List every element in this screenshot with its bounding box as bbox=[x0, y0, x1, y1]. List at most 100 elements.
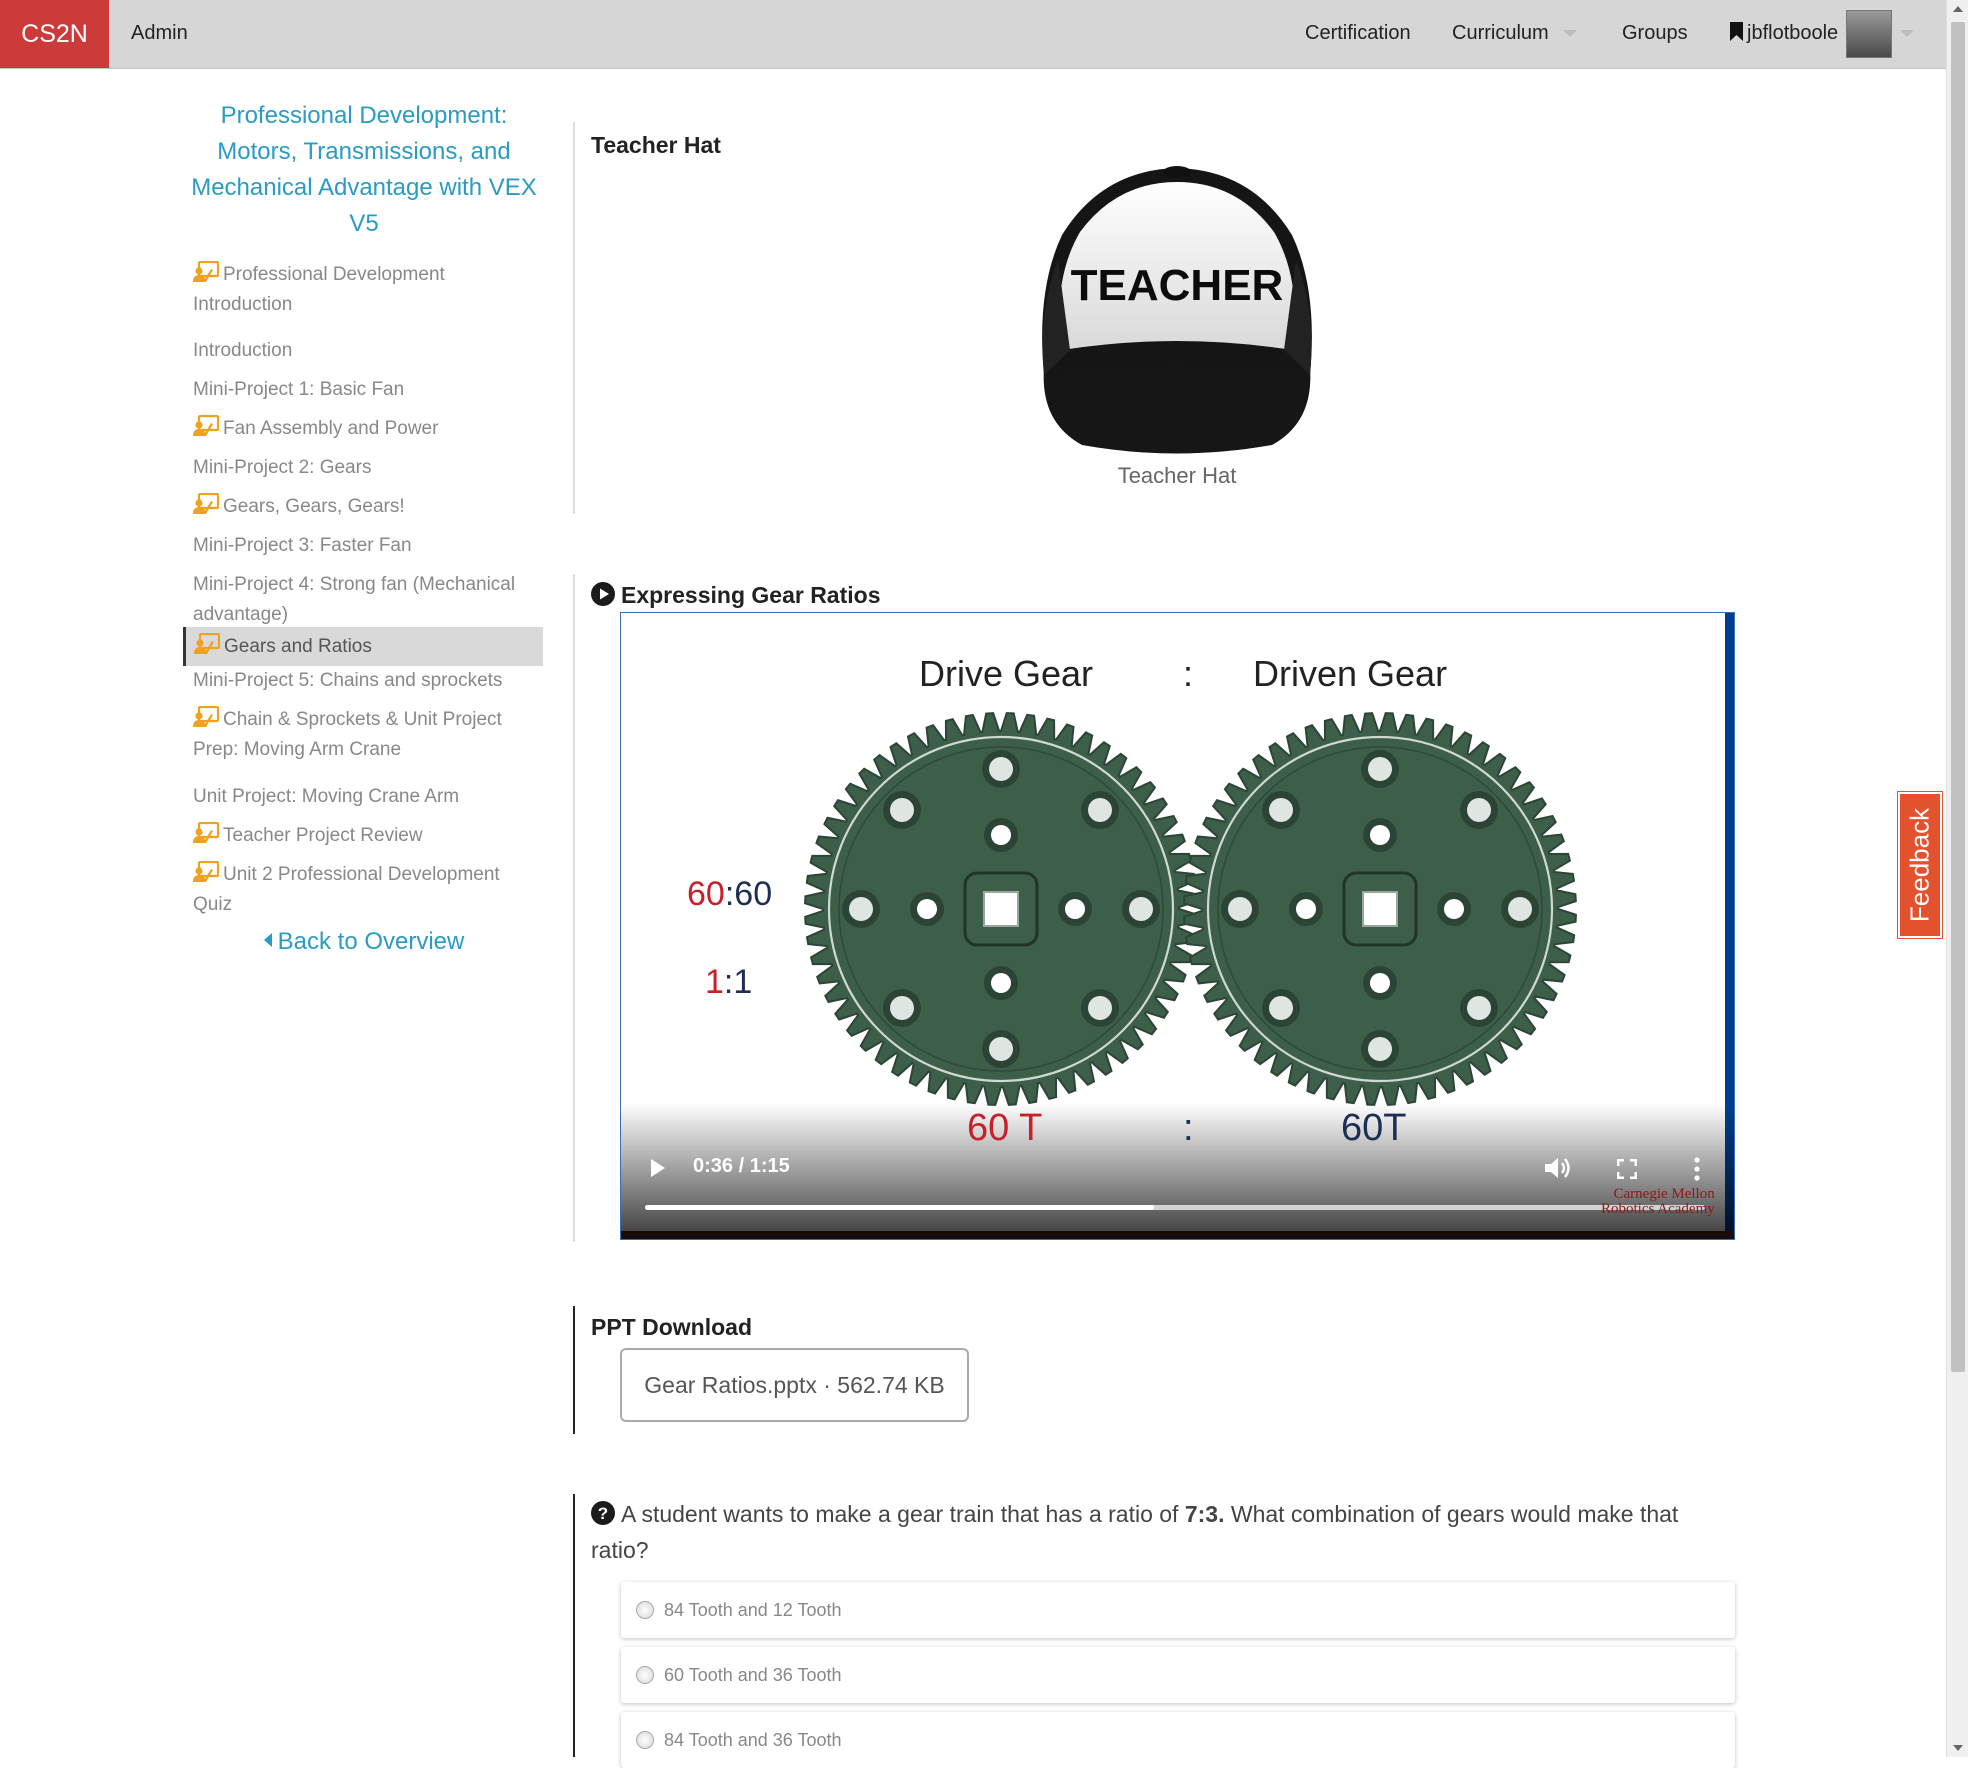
nav-admin[interactable]: Admin bbox=[131, 0, 188, 68]
drive-gear-label: Drive Gear bbox=[919, 653, 1094, 694]
sidebar-item-label: Teacher Project Review bbox=[223, 825, 423, 846]
sidebar-item[interactable]: Introduction bbox=[193, 336, 533, 366]
volume-icon[interactable] bbox=[1543, 1155, 1571, 1181]
chevron-down-icon bbox=[1900, 30, 1914, 38]
user-menu-toggle[interactable] bbox=[1900, 0, 1914, 68]
answer-option-label: 84 Tooth and 36 Tooth bbox=[664, 1730, 842, 1750]
video-title: Expressing Gear Ratios bbox=[621, 582, 881, 608]
sidebar-item-label: Mini-Project 4: Strong fan (Mechanical a… bbox=[193, 574, 516, 625]
radio-button[interactable] bbox=[636, 1666, 654, 1684]
sidebar-item[interactable]: Professional Development Introduction bbox=[193, 260, 533, 320]
teacher-hat-title: Teacher Hat bbox=[591, 132, 721, 158]
video-bottom-strip bbox=[621, 1231, 1734, 1239]
nav-certification[interactable]: Certification bbox=[1305, 0, 1411, 68]
sidebar-item-label: Mini-Project 5: Chains and sprockets bbox=[193, 670, 503, 691]
chevron-down-icon bbox=[1562, 30, 1577, 38]
sidebar-item-label: Mini-Project 2: Gears bbox=[193, 457, 372, 478]
user-menu[interactable]: jbflotboole bbox=[1730, 0, 1838, 68]
teacher-hat-caption: Teacher Hat bbox=[1117, 463, 1237, 488]
sidebar-item-label: Introduction bbox=[193, 340, 293, 361]
more-options-icon[interactable] bbox=[1693, 1157, 1701, 1181]
cmu-watermark: Carnegie Mellon Robotics Academy bbox=[1601, 1186, 1715, 1217]
sidebar-item-label: Fan Assembly and Power bbox=[223, 418, 439, 439]
sidebar-item[interactable]: Mini-Project 2: Gears bbox=[193, 453, 533, 483]
nav-groups[interactable]: Groups bbox=[1622, 0, 1688, 68]
sidebar-item[interactable]: Unit 2 Professional Development Quiz bbox=[193, 860, 533, 920]
teeth-colon: : bbox=[1183, 1107, 1194, 1149]
sidebar-item[interactable]: Gears, Gears, Gears! bbox=[193, 492, 533, 522]
teacher-hat-image: TEACHER bbox=[1022, 160, 1332, 460]
drive-gear-graphic bbox=[804, 712, 1198, 1106]
scroll-up-icon[interactable] bbox=[1953, 6, 1963, 12]
svg-text:?: ? bbox=[598, 1504, 608, 1523]
sidebar-item[interactable]: Mini-Project 4: Strong fan (Mechanical a… bbox=[193, 570, 533, 630]
ratio-teeth: 60:60 bbox=[687, 875, 773, 913]
gear-colon: : bbox=[1183, 653, 1194, 694]
nav-curriculum[interactable]: Curriculum bbox=[1452, 0, 1577, 68]
brand-logo[interactable]: CS2N bbox=[0, 0, 109, 68]
back-to-overview-link[interactable]: Back to Overview bbox=[186, 928, 542, 956]
answer-option[interactable]: 84 Tooth and 12 Tooth bbox=[621, 1582, 1735, 1638]
video-played-fill bbox=[645, 1205, 1154, 1210]
sidebar-item[interactable]: Mini-Project 5: Chains and sprockets bbox=[193, 666, 533, 696]
back-link-label: Back to Overview bbox=[277, 928, 465, 955]
fullscreen-icon[interactable] bbox=[1617, 1159, 1637, 1179]
video-progress-bar[interactable] bbox=[645, 1205, 1705, 1210]
ppt-block-rule bbox=[573, 1306, 575, 1434]
nav-curriculum-label: Curriculum bbox=[1452, 22, 1549, 44]
teacher-icon bbox=[193, 415, 223, 439]
ppt-download-button[interactable]: Gear Ratios.pptx · 562.74 KB bbox=[620, 1348, 969, 1422]
play-icon[interactable] bbox=[651, 1159, 665, 1177]
play-circle-icon bbox=[591, 582, 615, 606]
sidebar-item[interactable]: Gears and Ratios bbox=[183, 627, 543, 666]
question-ratio: 7:3. bbox=[1184, 1501, 1225, 1527]
top-nav: CS2N Admin Certification Curriculum Grou… bbox=[0, 0, 1946, 69]
sidebar-item[interactable]: Unit Project: Moving Crane Arm bbox=[193, 782, 533, 812]
answer-option[interactable]: 60 Tooth and 36 Tooth bbox=[621, 1647, 1735, 1703]
username: jbflotboole bbox=[1747, 22, 1839, 44]
teacher-icon bbox=[193, 706, 223, 730]
teacher-icon bbox=[193, 493, 223, 517]
driven-gear-graphic bbox=[1183, 712, 1577, 1106]
sidebar-item-label: Unit 2 Professional Development Quiz bbox=[193, 864, 500, 915]
drive-teeth-label: 60 T bbox=[967, 1107, 1043, 1149]
sidebar-item[interactable]: Teacher Project Review bbox=[193, 821, 533, 851]
sidebar-item-label: Chain & Sprockets & Unit Project Prep: M… bbox=[193, 709, 502, 760]
sidebar-item[interactable]: Mini-Project 1: Basic Fan bbox=[193, 375, 533, 405]
video-player[interactable]: Drive Gear : Driven Gear 60:60 1:1 60 T … bbox=[620, 612, 1735, 1240]
sidebar-item-label: Mini-Project 3: Faster Fan bbox=[193, 535, 412, 556]
driven-teeth-label: 60T bbox=[1341, 1107, 1407, 1149]
caret-left-icon bbox=[263, 933, 272, 947]
scroll-down-icon[interactable] bbox=[1953, 1745, 1963, 1751]
video-time: 0:36 / 1:15 bbox=[693, 1155, 790, 1177]
ratio-simplified: 1:1 bbox=[705, 963, 753, 1001]
hat-lettering: TEACHER bbox=[1071, 261, 1284, 310]
driven-gear-label: Driven Gear bbox=[1253, 653, 1448, 694]
teacher-block-rule bbox=[573, 122, 575, 514]
course-title[interactable]: Professional Development: Motors, Transm… bbox=[186, 98, 542, 242]
sidebar-item-label: Mini-Project 1: Basic Fan bbox=[193, 379, 405, 400]
feedback-label: Feedback bbox=[1904, 807, 1935, 923]
teacher-icon bbox=[194, 633, 224, 657]
video-title-row: Expressing Gear Ratios bbox=[591, 582, 881, 609]
sidebar-item[interactable]: Mini-Project 3: Faster Fan bbox=[193, 531, 533, 561]
scroll-thumb[interactable] bbox=[1951, 22, 1965, 1372]
video-block-rule bbox=[573, 574, 575, 1242]
sidebar-item-label: Gears and Ratios bbox=[224, 636, 372, 657]
teacher-icon bbox=[193, 822, 223, 846]
teacher-icon bbox=[193, 861, 223, 885]
radio-button[interactable] bbox=[636, 1601, 654, 1619]
sidebar-item[interactable]: Fan Assembly and Power bbox=[193, 414, 533, 444]
page-scrollbar[interactable] bbox=[1946, 0, 1968, 1757]
ppt-title: PPT Download bbox=[591, 1314, 752, 1340]
radio-button[interactable] bbox=[636, 1731, 654, 1749]
sidebar-item-label: Professional Development Introduction bbox=[193, 264, 445, 315]
answer-option[interactable]: 84 Tooth and 36 Tooth bbox=[621, 1712, 1735, 1768]
question-text: ? A student wants to make a gear train th… bbox=[591, 1501, 1679, 1563]
avatar[interactable] bbox=[1846, 10, 1892, 58]
feedback-tab[interactable]: Feedback bbox=[1897, 791, 1943, 939]
sidebar-item-label: Unit Project: Moving Crane Arm bbox=[193, 786, 460, 807]
sidebar-item[interactable]: Chain & Sprockets & Unit Project Prep: M… bbox=[193, 705, 533, 765]
bookmark-icon bbox=[1730, 22, 1743, 41]
question-circle-icon: ? bbox=[591, 1501, 615, 1525]
